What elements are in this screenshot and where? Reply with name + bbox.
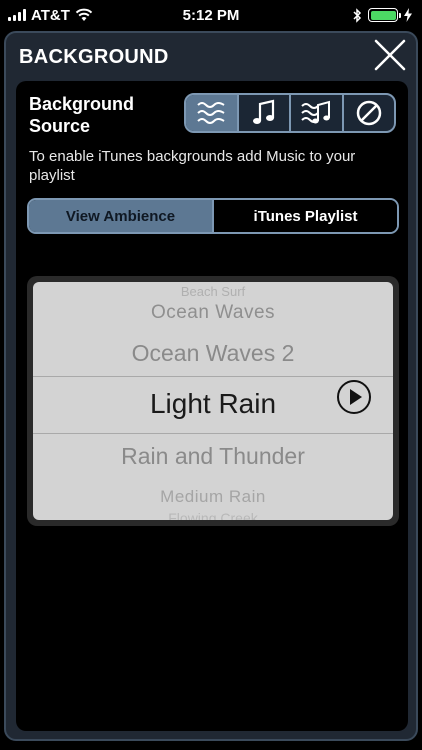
panel-title: BACKGROUND xyxy=(19,45,169,68)
selection-divider-top xyxy=(33,376,393,377)
status-left: AT&T xyxy=(8,7,93,24)
picker-item[interactable]: Ocean Waves xyxy=(33,302,393,324)
picker-item[interactable]: Beach Surf xyxy=(33,286,393,298)
waves-icon xyxy=(197,102,225,124)
carrier-label: AT&T xyxy=(31,6,70,24)
close-icon[interactable] xyxy=(372,37,408,73)
waves-music-icon xyxy=(301,100,331,124)
background-panel: BACKGROUND Background Source To enable i… xyxy=(4,31,418,741)
tab-itunes-playlist[interactable]: iTunes Playlist xyxy=(212,200,397,232)
picker-item[interactable]: Ocean Waves 2 xyxy=(33,340,393,367)
bluetooth-icon xyxy=(353,7,362,23)
ambience-picker[interactable]: Beach Surf Ocean Waves Ocean Waves 2 Lig… xyxy=(33,282,393,520)
picker-item[interactable]: Rain and Thunder xyxy=(33,443,393,470)
source-label-line2: Source xyxy=(29,116,91,136)
source-mixed-button[interactable] xyxy=(289,95,342,131)
source-ambience-button[interactable] xyxy=(186,95,237,131)
selection-divider-bottom xyxy=(33,433,393,434)
source-none-button[interactable] xyxy=(341,95,395,131)
none-icon xyxy=(356,100,381,126)
source-music-button[interactable] xyxy=(236,95,290,131)
itunes-hint-text: To enable iTunes backgrounds add Music t… xyxy=(29,148,356,184)
source-selector xyxy=(184,93,396,133)
view-segmented-control: View Ambience iTunes Playlist xyxy=(27,198,399,234)
ambience-picker-frame: Beach Surf Ocean Waves Ocean Waves 2 Lig… xyxy=(27,276,399,526)
music-note-icon xyxy=(252,99,274,124)
picker-item[interactable]: Flowing Creek xyxy=(33,511,393,520)
background-source-label: Background Source xyxy=(29,93,179,137)
battery-icon xyxy=(368,8,401,22)
signal-icon xyxy=(8,9,26,21)
status-right xyxy=(352,7,412,23)
tab-view-ambience[interactable]: View Ambience xyxy=(29,200,212,232)
source-label-line1: Background xyxy=(29,94,135,114)
status-bar: AT&T 5:12 PM xyxy=(0,0,422,30)
play-icon[interactable] xyxy=(336,379,372,415)
picker-item[interactable]: Medium Rain xyxy=(33,487,393,507)
battery-fill xyxy=(370,10,396,20)
background-source-row: Background Source xyxy=(29,93,399,143)
panel-body: Background Source To enable iTunes backg… xyxy=(16,81,408,731)
wifi-icon xyxy=(75,8,93,21)
charging-icon xyxy=(404,8,412,22)
